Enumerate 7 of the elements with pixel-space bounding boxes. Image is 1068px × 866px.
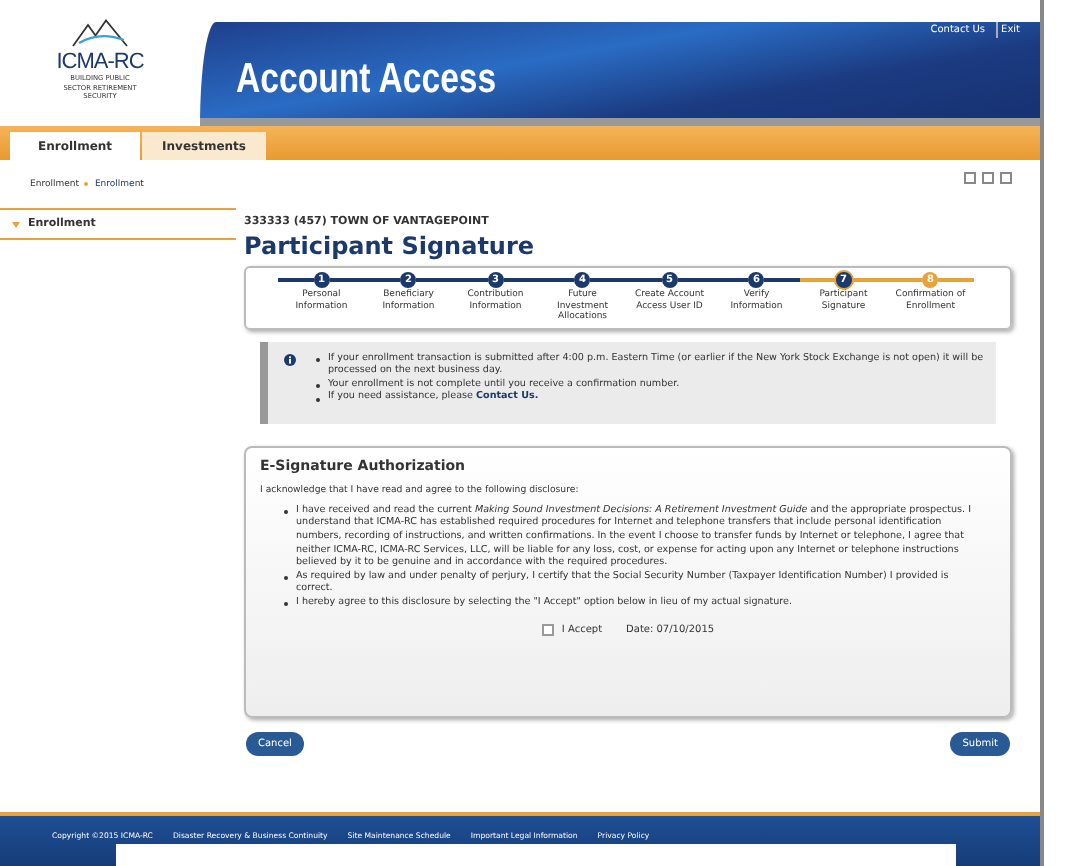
app-title: Account Access [236,58,499,102]
page-title: Participant Signature [244,232,537,260]
logo-name: ICMA-RC [56,50,144,74]
breadcrumb-separator [84,182,89,186]
accept-checkbox[interactable] [541,623,554,636]
info-icon [284,353,296,365]
mountain-icon [70,18,130,50]
